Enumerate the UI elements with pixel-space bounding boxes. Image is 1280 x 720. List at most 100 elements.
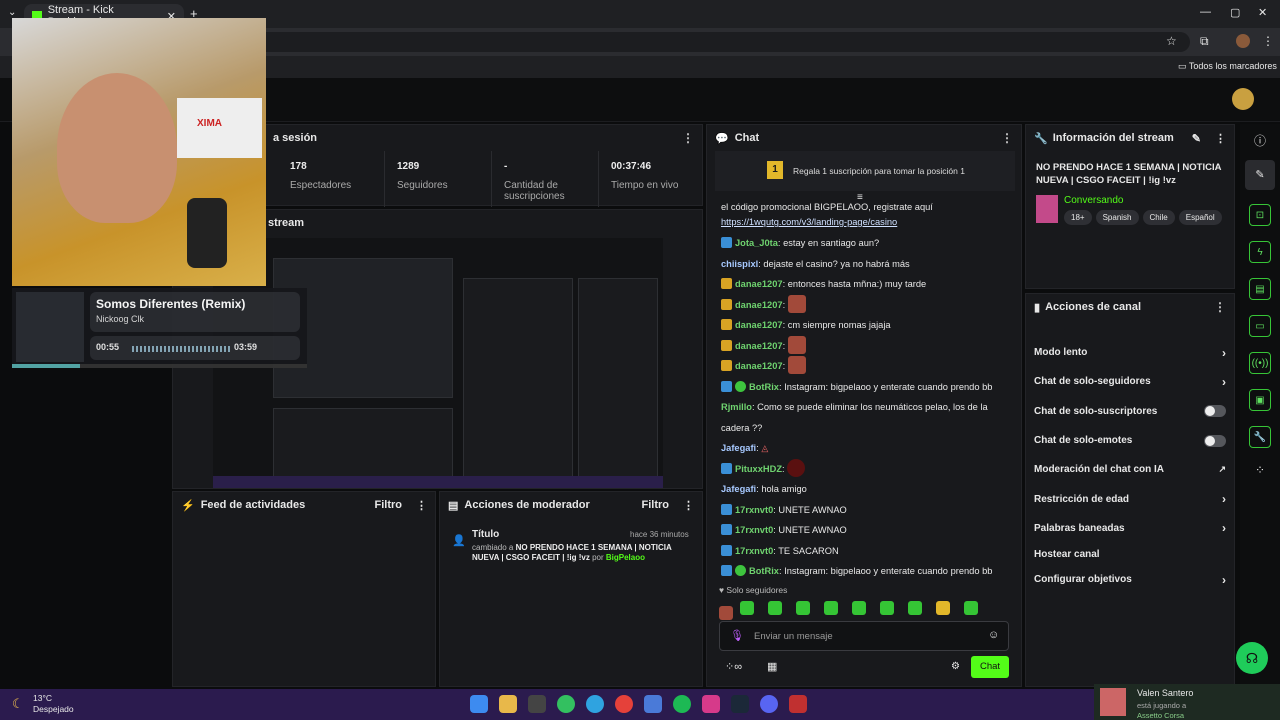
tools-icon[interactable]: 🔧	[1249, 426, 1271, 448]
minimize-icon[interactable]: —	[1200, 6, 1211, 18]
whatsapp-icon[interactable]	[557, 695, 575, 713]
feed-menu-icon[interactable]: ⋮	[416, 499, 427, 512]
action-emotes-chat[interactable]: Chat de solo-emotes	[1026, 426, 1234, 455]
clip-icon[interactable]: ⊡	[1249, 204, 1271, 226]
modactions-menu-icon[interactable]: ⋮	[683, 499, 694, 512]
close-window-icon[interactable]: ✕	[1258, 6, 1267, 19]
chat-username[interactable]: Jota_J0ta	[735, 238, 778, 248]
emotes-toggle[interactable]	[1204, 434, 1226, 447]
emote-item[interactable]	[768, 601, 782, 615]
spotify-icon[interactable]	[673, 695, 691, 713]
gift-banner[interactable]: 1 Regala 1 suscripción para tomar la pos…	[715, 151, 1015, 191]
modactions-filter-button[interactable]: Filtro	[642, 499, 670, 511]
chat-username[interactable]: 17rxnvt0	[735, 525, 773, 535]
emoji-picker-icon[interactable]: ☺	[988, 629, 999, 641]
chat-username[interactable]: 17rxnvt0	[735, 546, 773, 556]
stream-category[interactable]: Conversando	[1064, 195, 1123, 206]
info-icon[interactable]: ⓘ	[1240, 124, 1280, 158]
chat-settings-icon[interactable]: ⚙	[951, 661, 960, 672]
chat-username[interactable]: danae1207	[735, 300, 783, 310]
notepad-icon[interactable]	[644, 695, 662, 713]
chat-username[interactable]: BotRix	[749, 382, 779, 392]
stream-tag[interactable]: Chile	[1142, 210, 1175, 225]
chat-username[interactable]: PituxxHDZ	[735, 464, 782, 474]
app-icon[interactable]	[528, 695, 546, 713]
streamer-face	[57, 73, 177, 223]
extensions-icon[interactable]: ⧉	[1200, 34, 1209, 49]
broadcast-icon[interactable]: ((•))	[1249, 352, 1271, 374]
profile-avatar[interactable]	[1236, 34, 1250, 48]
notes-icon[interactable]: ▤	[1249, 278, 1271, 300]
emote-item[interactable]	[824, 601, 838, 615]
feed-filter-button[interactable]: Filtro	[375, 499, 403, 511]
chat-username[interactable]: danae1207	[735, 279, 783, 289]
action-ai-moderation[interactable]: Moderación del chat con IA ↗	[1026, 455, 1234, 484]
stream-tag[interactable]: Español	[1178, 210, 1222, 225]
chat-username[interactable]: Jafegafi	[721, 443, 756, 453]
action-subscribers-chat[interactable]: Chat de solo-suscriptores	[1026, 397, 1234, 426]
emote-item[interactable]	[964, 601, 978, 615]
chat-send-button[interactable]: Chat	[971, 656, 1009, 678]
chat-input[interactable]: 🎙 Enviar un mensaje ☺	[719, 621, 1009, 651]
emote-item[interactable]	[852, 601, 866, 615]
maximize-icon[interactable]: ▢	[1230, 6, 1240, 19]
edit-icon[interactable]: ✎	[1192, 132, 1201, 145]
chat-username[interactable]: danae1207	[735, 361, 783, 371]
chat-username[interactable]: Jafegafi	[721, 484, 756, 494]
session-menu-icon[interactable]: ⋮	[682, 131, 694, 145]
chat-username[interactable]: danae1207	[735, 341, 783, 351]
action-goals[interactable]: Configurar objetivos ›	[1026, 565, 1234, 594]
store-icon[interactable]: ▦	[767, 660, 777, 673]
chat-menu-icon[interactable]: ⋮	[1001, 131, 1013, 145]
infinity-icon[interactable]: ⁘∞	[725, 660, 742, 673]
shield-app-icon[interactable]	[789, 695, 807, 713]
support-headset-icon[interactable]: ☊	[1236, 642, 1268, 674]
stream-tag[interactable]: 18+	[1064, 210, 1092, 225]
chat-rail-icon[interactable]: ▭	[1249, 315, 1271, 337]
start-icon[interactable]	[470, 695, 488, 713]
emote-item[interactable]	[880, 601, 894, 615]
lightning-rail-icon[interactable]: ϟ	[1249, 241, 1271, 263]
user-avatar[interactable]	[1232, 88, 1254, 110]
chat-username[interactable]: Rjmillo	[721, 402, 752, 412]
tab-list-icon[interactable]: ⌄	[8, 7, 16, 18]
action-banned-words[interactable]: Palabras baneadas ›	[1026, 514, 1234, 543]
discord-icon[interactable]	[760, 695, 778, 713]
streaminfo-menu-icon[interactable]: ⋮	[1215, 132, 1226, 145]
action-followers-chat[interactable]: Chat de solo-seguidores ›	[1026, 367, 1234, 396]
emote-item[interactable]	[740, 601, 754, 615]
mod-entry-user[interactable]: BigPelaoo	[606, 553, 645, 562]
chat-username[interactable]: BotRix	[749, 566, 779, 576]
browser-menu-icon[interactable]: ⋮	[1262, 34, 1274, 48]
steam-notification[interactable]: Valen Santero está jugando a Assetto Cor…	[1094, 684, 1280, 720]
kick-badge-icon	[721, 237, 732, 248]
action-host-channel[interactable]: Hostear canal	[1026, 543, 1234, 565]
chrome-icon[interactable]	[615, 695, 633, 713]
action-slow-mode[interactable]: Modo lento ›	[1026, 338, 1234, 367]
emote-item[interactable]	[908, 601, 922, 615]
bookmark-star-icon[interactable]: ☆	[1166, 34, 1177, 48]
music-elapsed: 00:55	[96, 342, 120, 352]
edit-layout-icon[interactable]: ✎	[1245, 160, 1275, 190]
layout-icon[interactable]: ▣	[1249, 389, 1271, 411]
share-icon[interactable]: ⁘	[1240, 463, 1280, 477]
action-age-restriction[interactable]: Restricción de edad ›	[1026, 484, 1234, 513]
instagram-icon[interactable]	[702, 695, 720, 713]
microphone-icon[interactable]: 🎙	[730, 629, 744, 642]
explorer-icon[interactable]	[499, 695, 517, 713]
stream-tag[interactable]: Spanish	[1095, 210, 1139, 225]
chat-bubble-icon: 💬	[715, 132, 729, 145]
emote-item[interactable]	[796, 601, 810, 615]
chat-username[interactable]: 17rxnvt0	[735, 505, 773, 515]
chat-username[interactable]: danae1207	[735, 320, 783, 330]
channelactions-menu-icon[interactable]: ⋮	[1214, 300, 1226, 314]
all-bookmarks[interactable]: ▭ Todos los marcadores	[1178, 61, 1277, 72]
emote-item[interactable]	[719, 606, 733, 620]
chat-username[interactable]: chiispixl	[721, 259, 758, 269]
lightning-icon: ⚡	[181, 499, 195, 512]
subscribers-toggle[interactable]	[1204, 405, 1226, 418]
steam-icon[interactable]	[731, 695, 749, 713]
chat-promo-link[interactable]: https://1wqutg.com/v3/landing-page/casin…	[707, 216, 1021, 229]
telegram-icon[interactable]	[586, 695, 604, 713]
emote-item[interactable]	[936, 601, 950, 615]
